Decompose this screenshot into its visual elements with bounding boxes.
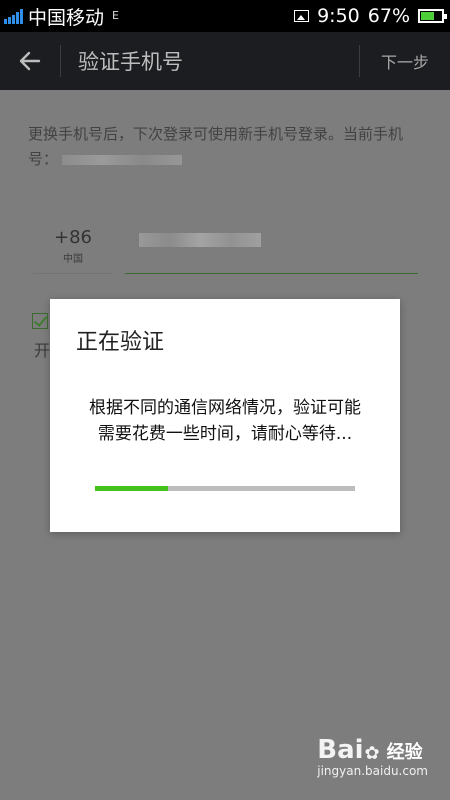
title-bar: 验证手机号 下一步 — [0, 32, 450, 90]
dialog-message: 根据不同的通信网络情况，验证可能需要花费一些时间，请耐心等待... — [89, 398, 361, 444]
clock: 9:50 — [317, 5, 360, 27]
battery-percent: 67% — [367, 5, 410, 27]
phone-number-input[interactable] — [125, 223, 418, 274]
dialog-title: 正在验证 — [76, 330, 165, 355]
description-text: 更换手机号后，下次登录可使用新手机号登录。当前手机号： — [28, 125, 404, 168]
page-title: 验证手机号 — [78, 50, 183, 74]
network-type-icon: E — [112, 9, 119, 22]
checkbox-label: 开 — [34, 341, 51, 360]
back-arrow-icon — [19, 51, 41, 71]
country-name: 中国 — [63, 254, 83, 265]
option-checkbox[interactable] — [32, 313, 48, 329]
status-bar: 中国移动 E 9:50 67% — [0, 0, 450, 32]
current-phone-masked — [62, 154, 183, 165]
verifying-dialog: 正在验证 根据不同的通信网络情况，验证可能需要花费一些时间，请耐心等待... — [50, 299, 400, 532]
watermark-brand-end: 经验 — [386, 742, 423, 763]
back-button[interactable] — [0, 32, 60, 90]
title-divider — [60, 45, 61, 77]
watermark: Bai✿ 经验 jingyan.baidu.com — [317, 735, 428, 778]
progress-bar — [95, 486, 355, 491]
carrier-name: 中国移动 — [28, 6, 105, 29]
battery-icon — [418, 9, 447, 23]
watermark-url: jingyan.baidu.com — [317, 764, 428, 778]
watermark-brand: Bai — [317, 735, 364, 765]
next-divider — [358, 45, 360, 77]
phone-number-masked — [139, 233, 261, 247]
next-step-button[interactable]: 下一步 — [381, 49, 429, 73]
paw-icon: ✿ — [364, 743, 380, 764]
country-code-selector[interactable]: +86 中国 — [33, 223, 113, 274]
signal-icon — [4, 8, 23, 24]
image-notification-icon — [294, 10, 310, 22]
progress-fill — [95, 486, 168, 491]
country-code: +86 — [54, 227, 92, 248]
